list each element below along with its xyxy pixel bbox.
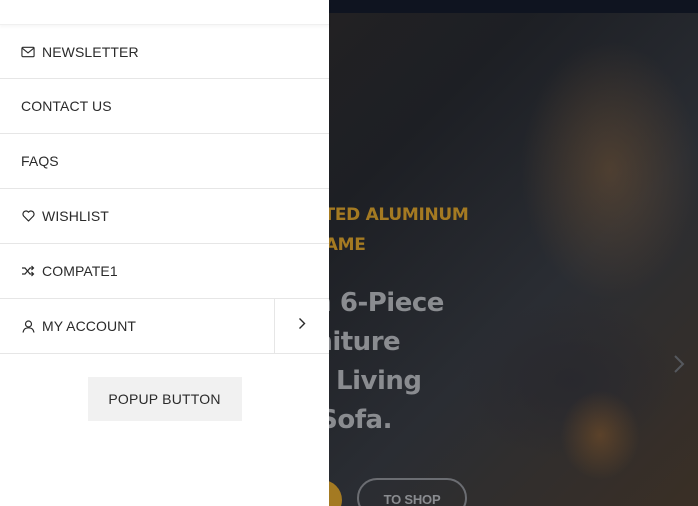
hero-title: ton 6-Piece urniture nal Living m Sofa. [284,284,584,440]
menu-item-newsletter[interactable]: NEWSLETTER [0,25,329,79]
hero-title-line: m Sofa. [284,405,392,435]
drawer-header [0,0,329,25]
hero-title-line: nal Living [284,366,422,396]
hero-subtitle-line: ATED ALUMINUM [312,205,469,225]
menu-item-label: CONTACT US [21,98,112,114]
go-to-shop-button[interactable]: TO SHOP [357,478,467,506]
menu-item-label: WISHLIST [42,208,109,224]
menu-item-label: NEWSLETTER [42,43,139,60]
menu-item-label: COMPATE1 [42,263,118,279]
mail-icon [21,45,35,59]
hero-subtitle-line: RAME [312,235,366,255]
user-icon [21,319,35,333]
chevron-right-icon [298,317,306,335]
menu-item-label: FAQS [21,153,59,169]
submenu-toggle[interactable] [274,299,329,353]
mobile-menu-drawer: NEWSLETTER CONTACT US FAQS WISHLIST COMP… [0,0,329,506]
hero-subtitle: ATED ALUMINUM RAME [312,200,572,260]
heart-icon [21,209,35,223]
menu-item-wishlist[interactable]: WISHLIST [0,189,329,244]
caret-down-icon[interactable] [690,500,698,506]
popup-button-container: POPUP BUTTON [0,354,329,421]
hero-title-line: ton 6-Piece [284,288,444,318]
menu-item-my-account[interactable]: MY ACCOUNT [0,299,329,354]
slider-next-icon[interactable] [672,352,686,376]
menu-item-compare[interactable]: COMPATE1 [0,244,329,299]
hero-title-line: urniture [284,327,401,357]
menu-item-contact-us[interactable]: CONTACT US [0,79,329,134]
popup-button[interactable]: POPUP BUTTON [87,377,242,421]
shuffle-icon [21,264,35,278]
menu-item-faqs[interactable]: FAQS [0,134,329,189]
menu-item-label: MY ACCOUNT [42,318,137,334]
